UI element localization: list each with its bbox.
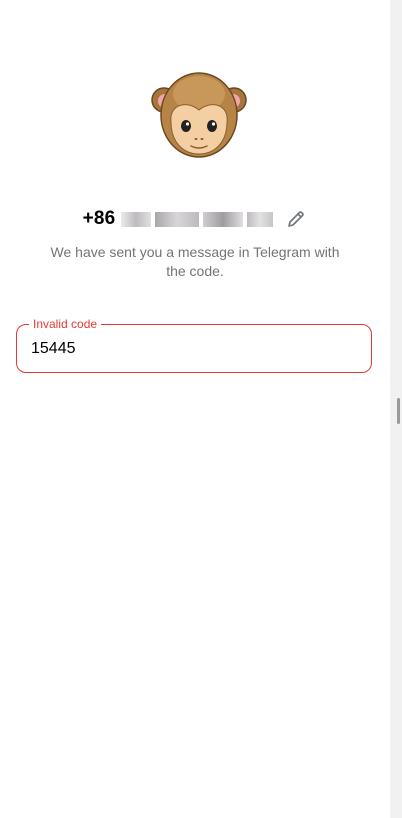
edit-phone-button[interactable] [285,208,307,230]
phone-number-row: +86 [0,203,390,235]
code-error-label: Invalid code [29,317,102,331]
resize-handle[interactable] [397,398,400,424]
login-panel: +86 We have sent you a message in Telegr… [0,0,390,818]
side-panel-edge [390,0,402,818]
monkey-avatar-icon [151,72,247,158]
pencil-icon [288,211,305,227]
code-input-value[interactable]: 15445 [31,340,76,358]
code-sent-message: We have sent you a message in Telegram w… [50,244,340,279]
code-input-field[interactable]: Invalid code 15445 [16,317,372,373]
phone-country-prefix: +86 [82,208,116,229]
phone-number-obscured [121,211,277,227]
